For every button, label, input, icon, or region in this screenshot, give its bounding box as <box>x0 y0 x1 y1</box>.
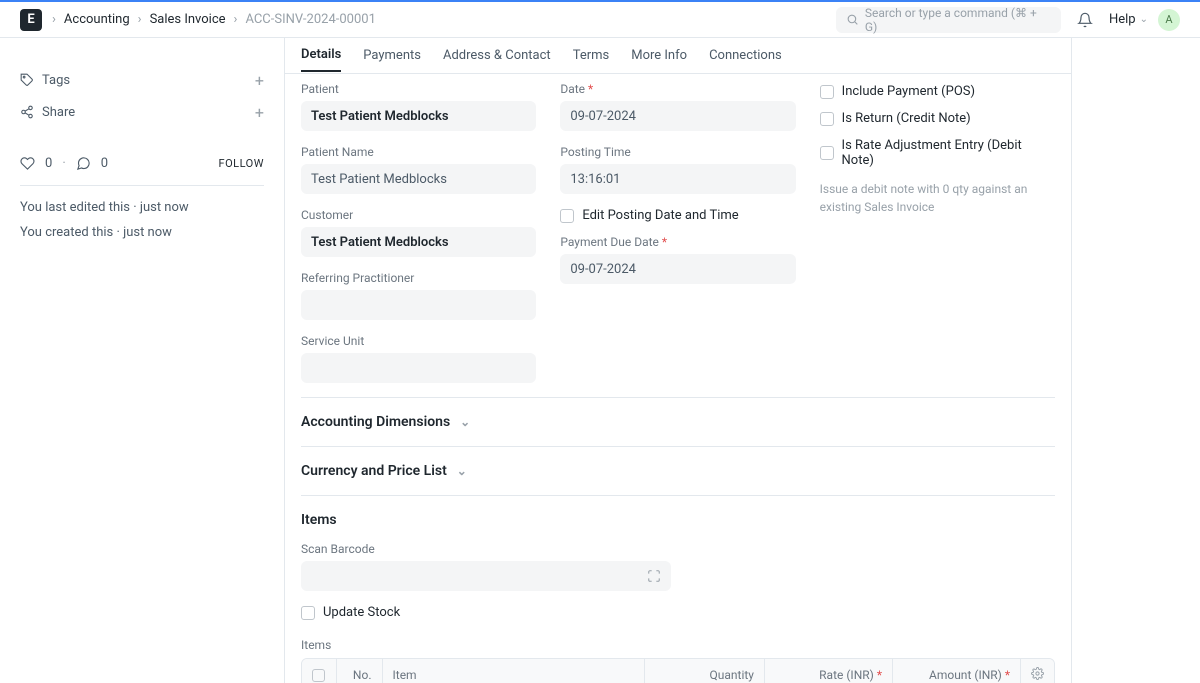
app-logo[interactable]: E <box>20 9 42 31</box>
payment-due-field[interactable]: 09-07-2024 <box>560 254 795 284</box>
edit-posting-checkbox[interactable]: Edit Posting Date and Time <box>560 208 795 223</box>
items-table-label: Items <box>301 638 1055 652</box>
search-placeholder: Search or type a command (⌘ + G) <box>865 6 1051 34</box>
patient-field[interactable]: Test Patient Medblocks <box>301 101 536 131</box>
checkbox-icon <box>560 209 574 223</box>
checkbox-icon <box>820 146 834 160</box>
chevron-down-icon: ⌄ <box>1140 14 1148 25</box>
breadcrumb-current: ACC-SINV-2024-00001 <box>245 12 375 27</box>
chevron-right-icon: › <box>234 12 238 27</box>
chevron-down-icon: ⌄ <box>460 415 470 429</box>
col-item: Item <box>382 659 645 683</box>
breadcrumb-sales-invoice[interactable]: Sales Invoice <box>150 12 226 27</box>
is-return-checkbox[interactable]: Is Return (Credit Note) <box>820 111 1055 126</box>
tab-connections[interactable]: Connections <box>709 48 782 71</box>
items-table: No. Item Quantity Rate (INR) * Amount (I… <box>301 658 1055 683</box>
chevron-right-icon: › <box>52 12 56 27</box>
customer-field[interactable]: Test Patient Medblocks <box>301 227 536 257</box>
scan-barcode-label: Scan Barcode <box>301 542 1055 556</box>
created-meta: You created this · just now <box>20 225 264 240</box>
date-field[interactable]: 09-07-2024 <box>560 101 795 131</box>
search-icon <box>846 13 859 26</box>
checkbox-icon <box>820 112 834 126</box>
user-avatar[interactable]: A <box>1158 9 1180 31</box>
patient-label: Patient <box>301 82 536 96</box>
referring-practitioner-field[interactable] <box>301 290 536 320</box>
help-label: Help <box>1109 12 1136 27</box>
referring-practitioner-label: Referring Practitioner <box>301 271 536 285</box>
section-items-title: Items <box>301 495 1055 538</box>
global-search[interactable]: Search or type a command (⌘ + G) <box>836 7 1061 33</box>
last-edited-meta: You last edited this · just now <box>20 200 264 215</box>
notifications-button[interactable] <box>1071 6 1099 34</box>
tab-terms[interactable]: Terms <box>573 48 610 71</box>
help-menu[interactable]: Help ⌄ <box>1109 12 1148 27</box>
tab-more-info[interactable]: More Info <box>631 48 687 71</box>
scan-barcode-field[interactable] <box>301 561 671 591</box>
tag-icon <box>20 73 34 87</box>
customer-label: Customer <box>301 208 536 222</box>
service-unit-field[interactable] <box>301 353 536 383</box>
add-share-button[interactable]: + <box>255 103 264 122</box>
bell-icon <box>1077 12 1093 28</box>
col-rate: Rate (INR) * <box>765 659 893 683</box>
col-no: No. <box>336 659 382 683</box>
payment-due-label: Payment Due Date * <box>560 235 795 249</box>
sidebar-tags[interactable]: Tags + <box>20 64 264 96</box>
include-pos-checkbox[interactable]: Include Payment (POS) <box>820 84 1055 99</box>
expand-icon[interactable] <box>647 569 661 583</box>
likes-count: 0 <box>45 156 52 171</box>
breadcrumb: › Accounting › Sales Invoice › ACC-SINV-… <box>52 12 376 27</box>
tab-address-contact[interactable]: Address & Contact <box>443 48 551 71</box>
add-tag-button[interactable]: + <box>255 71 264 90</box>
posting-time-field[interactable]: 13:16:01 <box>560 164 795 194</box>
comments-count: 0 <box>101 156 108 171</box>
gear-icon <box>1031 667 1044 680</box>
service-unit-label: Service Unit <box>301 334 536 348</box>
form-tabs: Details Payments Address & Contact Terms… <box>285 38 1071 74</box>
section-accounting-dimensions[interactable]: Accounting Dimensions ⌄ <box>301 397 1055 446</box>
patient-name-label: Patient Name <box>301 145 536 159</box>
heart-icon[interactable] <box>20 156 35 171</box>
is-rate-adjustment-checkbox[interactable]: Is Rate Adjustment Entry (Debit Note) <box>820 138 1055 168</box>
sidebar-tags-label: Tags <box>42 73 70 88</box>
share-icon <box>20 105 34 119</box>
chevron-down-icon: ⌄ <box>457 464 467 478</box>
table-settings-button[interactable] <box>1021 659 1055 683</box>
section-currency-pricelist[interactable]: Currency and Price List ⌄ <box>301 446 1055 495</box>
sidebar-share-label: Share <box>42 105 75 120</box>
chevron-right-icon: › <box>138 12 142 27</box>
comment-icon[interactable] <box>76 156 91 171</box>
posting-time-label: Posting Time <box>560 145 795 159</box>
tab-payments[interactable]: Payments <box>363 48 421 71</box>
select-all-checkbox[interactable] <box>312 669 325 682</box>
checkbox-icon <box>301 606 315 620</box>
breadcrumb-accounting[interactable]: Accounting <box>64 12 130 27</box>
follow-button[interactable]: FOLLOW <box>219 157 264 170</box>
tab-details[interactable]: Details <box>301 47 341 72</box>
col-amount: Amount (INR) * <box>893 659 1021 683</box>
col-quantity: Quantity <box>645 659 765 683</box>
date-label: Date * <box>560 82 795 96</box>
patient-name-field[interactable]: Test Patient Medblocks <box>301 164 536 194</box>
rate-adjustment-hint: Issue a debit note with 0 qty against an… <box>820 180 1055 216</box>
sidebar-share[interactable]: Share + <box>20 96 264 128</box>
checkbox-icon <box>820 85 834 99</box>
update-stock-checkbox[interactable]: Update Stock <box>301 605 1055 620</box>
